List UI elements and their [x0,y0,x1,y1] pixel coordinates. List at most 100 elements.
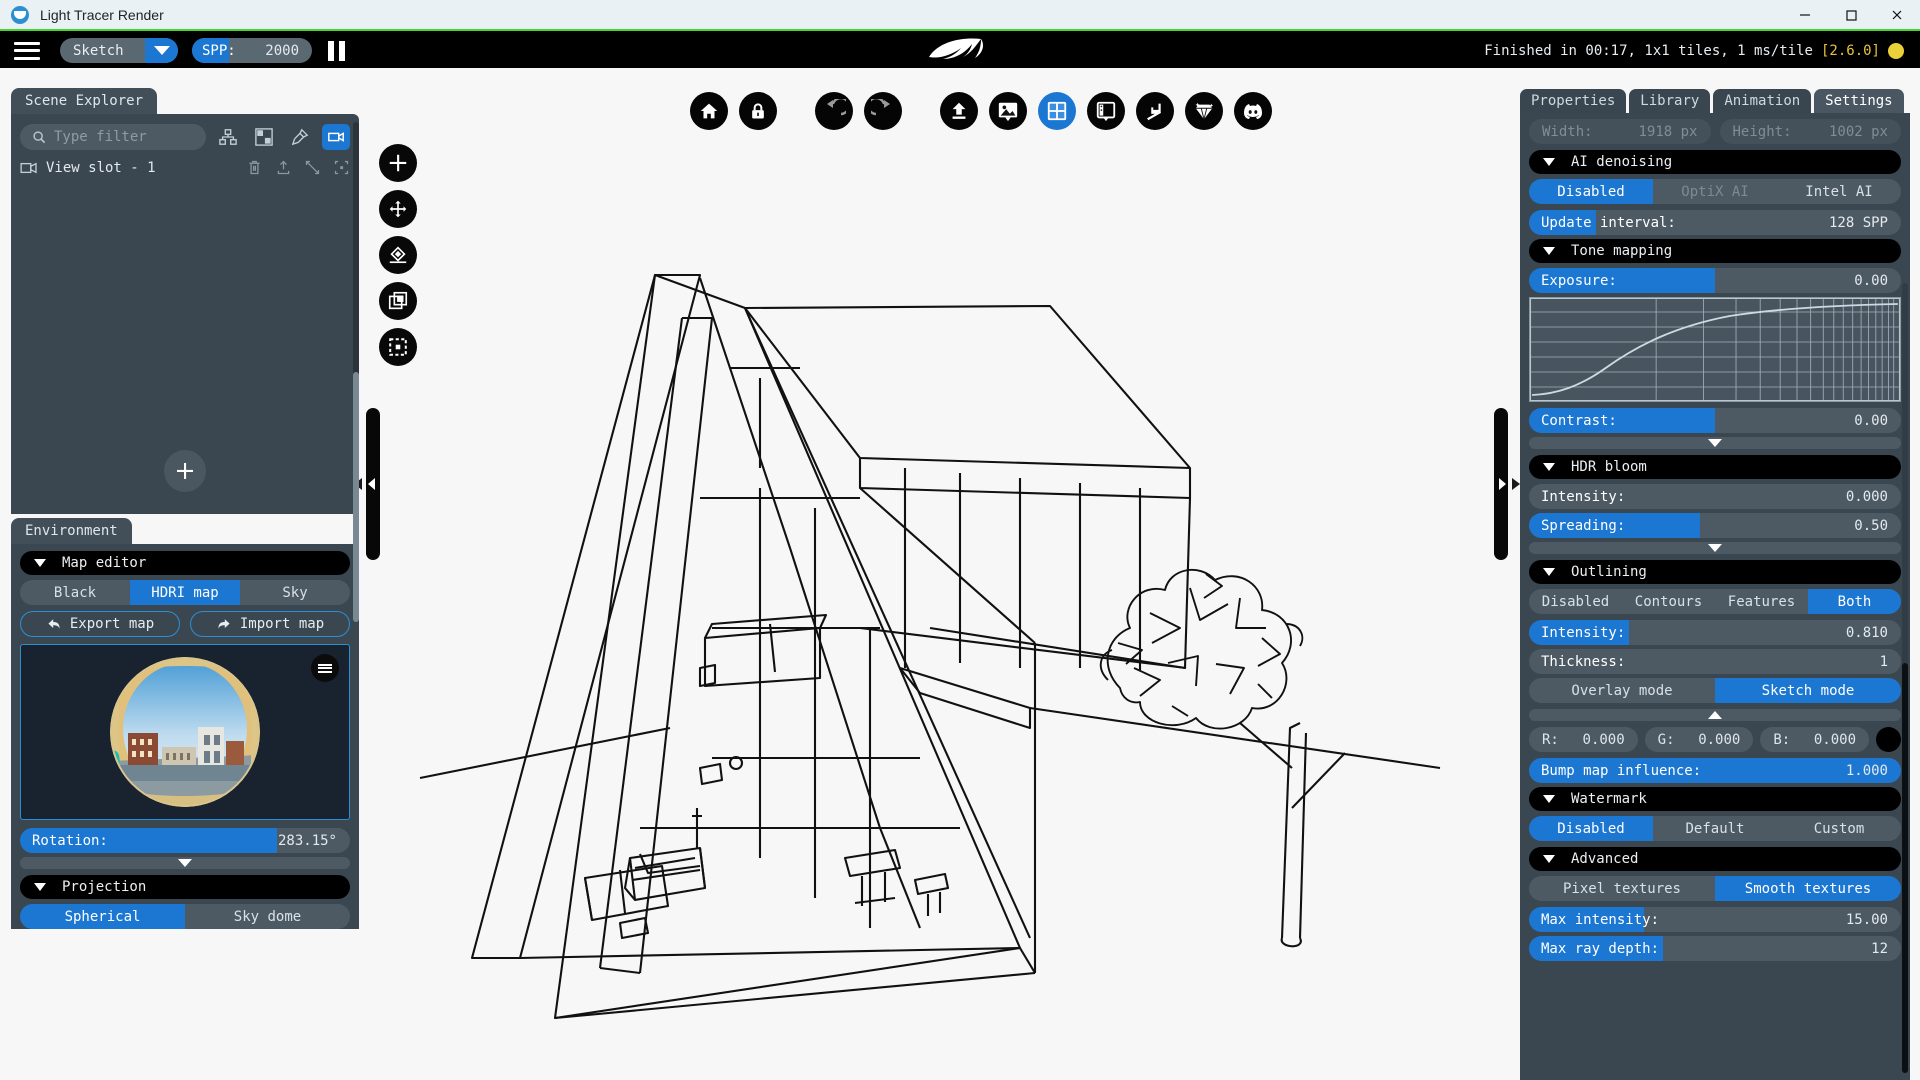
export-map-button[interactable]: Export map [20,611,180,637]
max-ray-depth-slider[interactable]: Max ray depth: 12 [1529,936,1901,961]
add-object-icon[interactable] [379,144,417,182]
move-tool-icon[interactable] [379,190,417,228]
env-mode-sky[interactable]: Sky [240,580,350,605]
gem-material-icon[interactable] [1185,92,1223,130]
minimize-button[interactable] [1782,0,1828,30]
collapse-right-panel-handle[interactable] [1494,408,1520,560]
drop-to-floor-icon[interactable] [379,236,417,274]
maximize-button[interactable] [1828,0,1874,30]
env-mode-black[interactable]: Black [20,580,130,605]
rotation-expand-bar[interactable] [20,857,350,869]
panel-layout-icon[interactable] [1087,92,1125,130]
bloom-spreading-slider[interactable]: Spreading: 0.50 [1529,513,1901,538]
tab-settings[interactable]: Settings [1814,89,1904,113]
watermark-custom[interactable]: Custom [1777,816,1901,841]
denoise-optix[interactable]: OptiX AI [1653,179,1777,204]
tab-scene-explorer[interactable]: Scene Explorer [11,88,158,114]
color-b-field[interactable]: B: 0.000 [1760,727,1870,752]
lock-icon[interactable] [739,92,777,130]
color-g-field[interactable]: G: 0.000 [1644,727,1754,752]
section-outlining[interactable]: Outlining [1529,560,1901,584]
tab-animation[interactable]: Animation [1713,89,1812,113]
bloom-intensity-slider[interactable]: Intensity: 0.000 [1529,484,1901,509]
menu-button[interactable] [14,41,40,60]
hierarchy-view-icon[interactable] [214,124,242,150]
tone-curve-graph[interactable] [1529,297,1901,402]
redo-icon[interactable] [864,92,902,130]
spp-slider[interactable]: SPP: 2000 [192,38,312,63]
import-map-button[interactable]: Import map [190,611,350,637]
outlining-contours[interactable]: Contours [1622,589,1715,614]
fit-icon[interactable] [304,159,321,176]
sketch-mode[interactable]: Sketch mode [1715,678,1901,703]
isolate-icon[interactable] [333,159,350,176]
scene-tree[interactable] [11,184,359,514]
view-slot-label: View slot - 1 [46,159,156,176]
projection-skydome[interactable]: Sky dome [185,904,350,929]
duplicate-icon[interactable] [379,282,417,320]
section-advanced[interactable]: Advanced [1529,847,1901,871]
hdri-preview[interactable] [20,644,350,820]
export-icon[interactable] [275,159,292,176]
tone-mapping-expand-bar[interactable] [1529,437,1901,449]
outline-thickness-slider[interactable]: Thickness: 1 [1529,649,1901,674]
outlining-features[interactable]: Features [1715,589,1808,614]
left-panel-scrollbar[interactable] [353,122,359,622]
section-hdr-bloom[interactable]: HDR bloom [1529,455,1901,479]
delete-icon[interactable] [246,159,263,176]
search-input[interactable]: Type filter [20,124,206,150]
chevron-down-icon[interactable] [145,38,178,63]
width-field[interactable]: Width: 1918 px [1529,119,1711,144]
rotation-slider[interactable]: Rotation: 283.15° [20,828,350,853]
render-mode-dropdown[interactable]: Sketch [60,38,178,63]
color-r-field[interactable]: R: 0.000 [1529,727,1638,752]
smooth-textures[interactable]: Smooth textures [1715,876,1901,901]
select-region-icon[interactable] [379,328,417,366]
projection-spherical[interactable]: Spherical [20,904,185,929]
outline-color-swatch[interactable] [1876,727,1902,752]
snap-icon[interactable] [1136,92,1174,130]
collapse-left-panel-handle[interactable] [354,408,380,560]
add-scene-item-button[interactable] [164,450,206,492]
tab-properties[interactable]: Properties [1520,89,1627,113]
camera-view-icon[interactable] [322,124,350,150]
outlining-collapse-bar[interactable] [1529,709,1901,721]
env-mode-hdri[interactable]: HDRI map [130,580,240,605]
grid-view-icon[interactable] [1038,92,1076,130]
section-watermark[interactable]: Watermark [1529,787,1901,811]
hdr-bloom-expand-bar[interactable] [1529,542,1901,554]
max-intensity-slider[interactable]: Max intensity: 15.00 [1529,907,1901,932]
denoise-disabled[interactable]: Disabled [1529,179,1653,204]
update-interval-slider[interactable]: Update interval: 128 SPP [1529,210,1901,235]
image-export-icon[interactable] [989,92,1027,130]
section-tone-mapping[interactable]: Tone mapping [1529,239,1901,263]
watermark-default[interactable]: Default [1653,816,1777,841]
upload-icon[interactable] [940,92,978,130]
height-field[interactable]: Height: 1002 px [1719,119,1901,144]
tab-environment[interactable]: Environment [11,518,132,544]
overlay-mode[interactable]: Overlay mode [1529,678,1715,703]
grid-view-icon[interactable] [250,124,278,150]
right-panel-scrollbar[interactable] [1902,283,1908,1073]
discord-icon[interactable] [1234,92,1272,130]
denoise-intel[interactable]: Intel AI [1777,179,1901,204]
outlining-disabled[interactable]: Disabled [1529,589,1622,614]
pause-button[interactable] [326,40,346,61]
tab-library[interactable]: Library [1629,89,1711,113]
bump-map-influence-slider[interactable]: Bump map influence: 1.000 [1529,758,1901,783]
close-button[interactable] [1874,0,1920,30]
exposure-slider[interactable]: Exposure: 0.00 [1529,268,1901,293]
hdri-options-button[interactable] [311,654,339,682]
pin-icon[interactable] [286,124,314,150]
view-slot-row[interactable]: View slot - 1 [11,156,359,184]
outlining-both[interactable]: Both [1808,589,1901,614]
outline-intensity-slider[interactable]: Intensity: 0.810 [1529,620,1901,645]
watermark-disabled[interactable]: Disabled [1529,816,1653,841]
home-icon[interactable] [690,92,728,130]
contrast-slider[interactable]: Contrast: 0.00 [1529,408,1901,433]
section-ai-denoising[interactable]: AI denoising [1529,150,1901,174]
undo-icon[interactable] [815,92,853,130]
section-projection[interactable]: Projection [20,875,350,899]
section-map-editor[interactable]: Map editor [20,551,350,575]
pixel-textures[interactable]: Pixel textures [1529,876,1715,901]
